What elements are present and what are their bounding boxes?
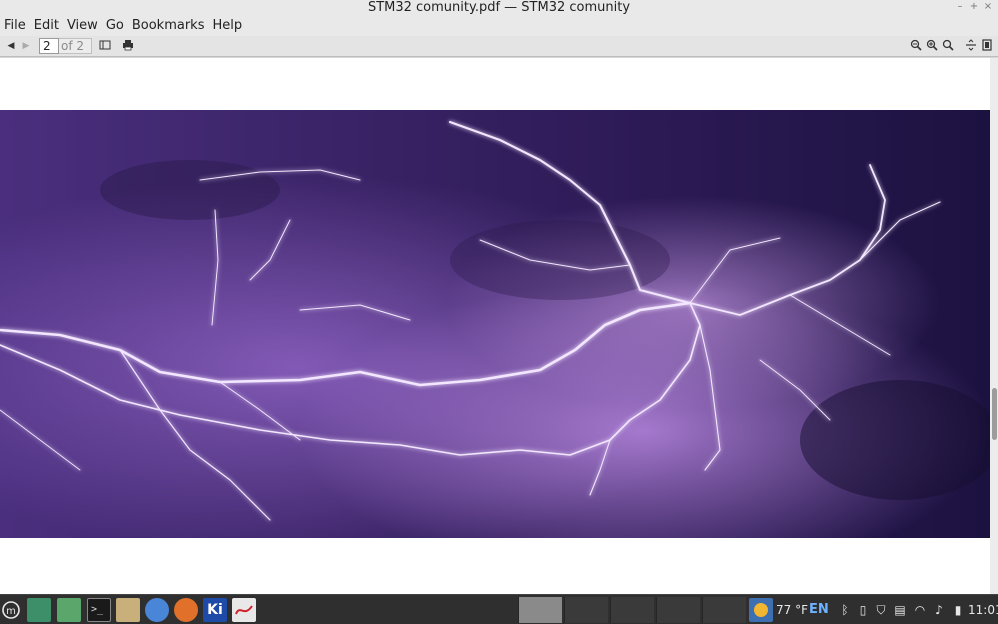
chat-app-icon[interactable] xyxy=(116,598,140,622)
file-manager-icon[interactable] xyxy=(57,598,81,622)
fit-page-icon[interactable] xyxy=(980,39,994,53)
weather-temperature: 77 °F xyxy=(776,603,808,617)
taskbar-window-button[interactable] xyxy=(564,597,608,623)
menu-bookmarks[interactable]: Bookmarks xyxy=(132,16,205,36)
page-number-input[interactable]: 2 xyxy=(39,38,59,54)
zoom-fit-icon[interactable] xyxy=(941,39,955,53)
zoom-out-icon[interactable] xyxy=(909,39,923,53)
minimize-button[interactable]: – xyxy=(953,0,967,16)
lightning-image xyxy=(0,110,990,538)
clipboard-icon[interactable]: ▯ xyxy=(856,602,870,618)
fit-width-icon[interactable] xyxy=(964,39,978,53)
vertical-scrollbar[interactable] xyxy=(990,58,998,594)
taskbar-window-button[interactable] xyxy=(656,597,700,623)
menu-edit[interactable]: Edit xyxy=(34,16,59,36)
keyboard-layout[interactable]: EN xyxy=(809,595,829,624)
close-button[interactable]: × xyxy=(981,0,995,16)
forward-arrow-icon[interactable]: ▶ xyxy=(19,39,33,53)
document-view[interactable] xyxy=(0,58,990,594)
mint-menu-icon[interactable]: m xyxy=(2,601,20,624)
printer-icon[interactable]: ▤ xyxy=(893,602,907,618)
taskbar-window-button-active[interactable] xyxy=(518,597,562,623)
svg-text:m: m xyxy=(6,606,16,617)
menu-help[interactable]: Help xyxy=(212,16,242,36)
scrollbar-thumb[interactable] xyxy=(992,388,997,440)
zoom-in-icon[interactable] xyxy=(925,39,939,53)
show-desktop-icon[interactable] xyxy=(27,598,51,622)
weather-sun-icon[interactable] xyxy=(749,598,773,622)
maximize-button[interactable]: + xyxy=(967,0,981,16)
battery-icon[interactable]: ▮ xyxy=(951,602,965,618)
pdf-reader-icon[interactable] xyxy=(232,598,256,622)
taskbar-window-button[interactable] xyxy=(610,597,654,623)
menu-bar: File Edit View Go Bookmarks Help xyxy=(0,16,998,36)
shield-icon[interactable]: ⛉ xyxy=(874,602,888,618)
terminal-icon[interactable]: >_ xyxy=(87,598,111,622)
menu-file[interactable]: File xyxy=(4,16,26,36)
kicad-icon[interactable]: Ki xyxy=(203,598,227,622)
bluetooth-icon[interactable]: ᛒ xyxy=(838,602,852,618)
window-title: STM32 comunity.pdf — STM32 comunity xyxy=(367,0,631,15)
menu-go[interactable]: Go xyxy=(106,16,124,36)
taskbar: m >_ Ki 77 °F EN ᛒ ▯ ⛉ ▤ ◠ ♪ ▮ 11:01 xyxy=(0,594,998,624)
chromium-icon[interactable] xyxy=(145,598,169,622)
title-bar: STM32 comunity.pdf — STM32 comunity – + … xyxy=(0,0,998,16)
clock[interactable]: 11:01 xyxy=(968,595,998,624)
taskbar-window-button[interactable] xyxy=(702,597,746,623)
back-arrow-icon[interactable]: ◀ xyxy=(4,39,18,53)
page-total-label: of 2 xyxy=(59,38,92,54)
menu-view[interactable]: View xyxy=(67,16,98,36)
print-icon[interactable] xyxy=(121,39,135,53)
firefox-icon[interactable] xyxy=(174,598,198,622)
sidebar-toggle-icon[interactable] xyxy=(98,39,112,53)
volume-icon[interactable]: ♪ xyxy=(932,602,946,618)
wifi-icon[interactable]: ◠ xyxy=(913,602,927,618)
toolbar: ◀ ▶ 2 of 2 xyxy=(0,36,998,57)
